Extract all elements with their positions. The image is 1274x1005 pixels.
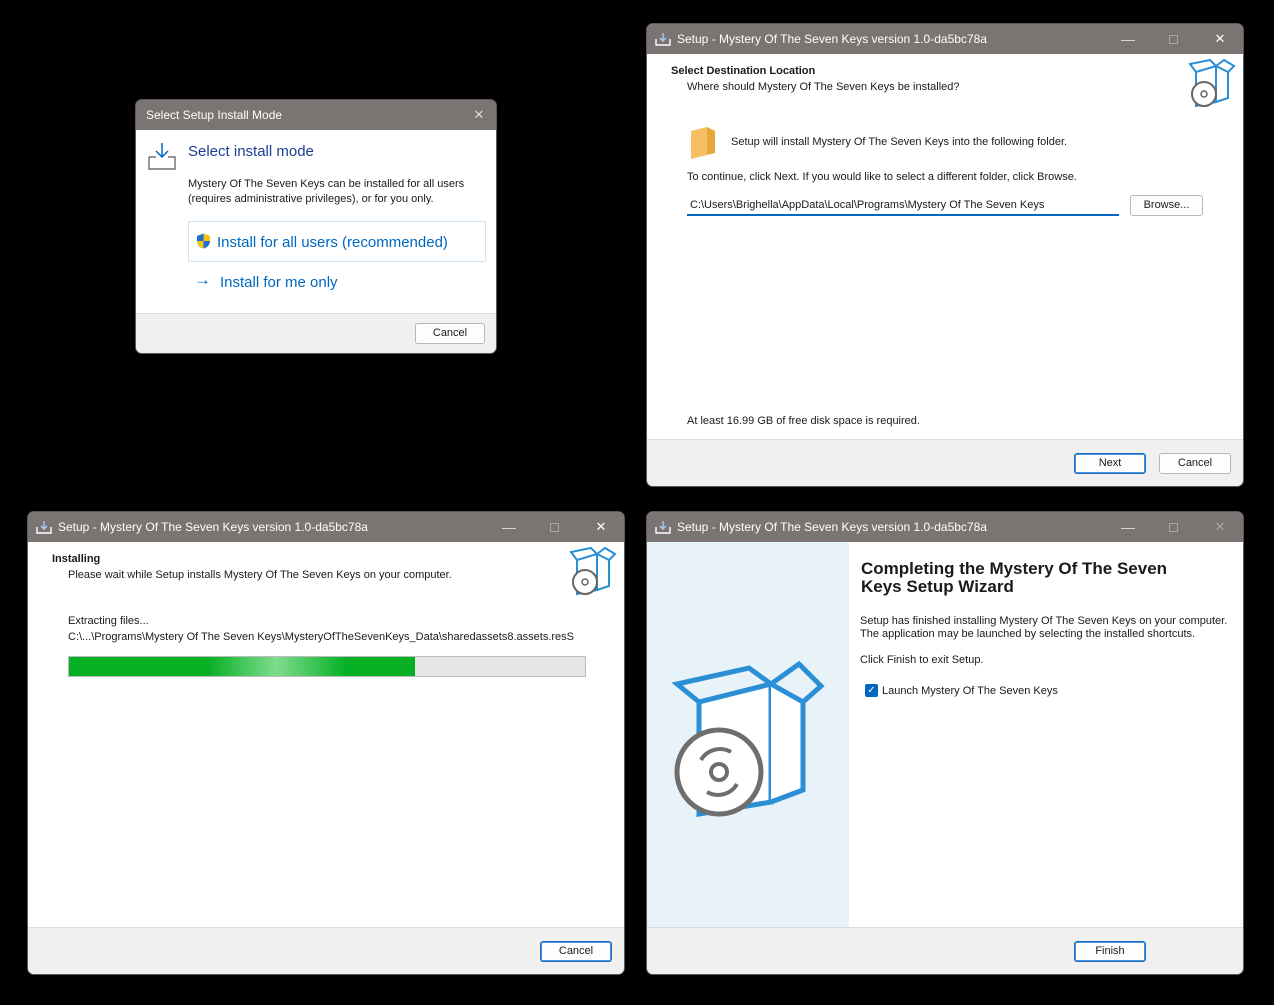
- install-mode-footer: Cancel: [136, 313, 496, 353]
- destination-window: Setup - Mystery Of The Seven Keys versio…: [646, 23, 1244, 487]
- install-all-users-label: Install for all users (recommended): [217, 234, 448, 251]
- uac-shield-icon: [197, 233, 210, 249]
- destination-continue-text: To continue, click Next. If you would li…: [687, 171, 1077, 183]
- install-mode-description-1: Mystery Of The Seven Keys can be install…: [188, 178, 465, 190]
- finish-window: Setup - Mystery Of The Seven Keys versio…: [646, 511, 1244, 975]
- install-progress-bar: [68, 656, 586, 677]
- destination-path-value: C:\Users\Brighella\AppData\Local\Program…: [690, 199, 1045, 211]
- install-mode-titlebar[interactable]: Select Setup Install Mode ✕: [136, 100, 496, 130]
- installing-header-title: Installing: [52, 553, 101, 565]
- destination-header-subtitle: Where should Mystery Of The Seven Keys b…: [687, 81, 960, 93]
- install-all-users-option[interactable]: Install for all users (recommended): [188, 221, 486, 262]
- finish-titlebar[interactable]: Setup - Mystery Of The Seven Keys versio…: [647, 512, 1243, 542]
- destination-title: Setup - Mystery Of The Seven Keys versio…: [677, 32, 987, 46]
- disk-space-text: At least 16.99 GB of free disk space is …: [687, 415, 920, 427]
- minimize-icon[interactable]: —: [494, 516, 524, 538]
- finish-heading-line1: Completing the Mystery Of The Seven: [861, 559, 1168, 578]
- destination-header-title: Select Destination Location: [671, 65, 816, 77]
- installing-header-subtitle: Please wait while Setup installs Mystery…: [68, 569, 452, 581]
- install-progress-fill: [69, 657, 415, 676]
- installing-title: Setup - Mystery Of The Seven Keys versio…: [58, 520, 368, 534]
- setup-box-large-icon: [671, 660, 825, 817]
- close-icon[interactable]: ✕: [586, 516, 616, 538]
- minimize-icon[interactable]: —: [1113, 28, 1143, 50]
- install-mode-dialog: Select Setup Install Mode ✕ Select insta…: [135, 99, 497, 354]
- next-button[interactable]: Next: [1074, 453, 1146, 474]
- folder-icon: [691, 127, 715, 159]
- cancel-button[interactable]: Cancel: [1159, 453, 1231, 474]
- close-icon[interactable]: ✕: [464, 104, 494, 126]
- finish-heading-line2: Keys Setup Wizard: [861, 577, 1014, 596]
- setup-app-icon: [655, 521, 671, 534]
- launch-checkbox[interactable]: ✓: [865, 684, 878, 697]
- installing-titlebar[interactable]: Setup - Mystery Of The Seven Keys versio…: [28, 512, 624, 542]
- finish-text-line1: Setup has finished installing Mystery Of…: [860, 615, 1228, 627]
- finish-footer: Finish: [647, 927, 1243, 974]
- installing-status-text: Extracting files...: [68, 615, 149, 627]
- maximize-icon: [1158, 28, 1188, 50]
- finish-title: Setup - Mystery Of The Seven Keys versio…: [677, 520, 987, 534]
- destination-info-text: Setup will install Mystery Of The Seven …: [731, 136, 1068, 148]
- launch-checkbox-label[interactable]: Launch Mystery Of The Seven Keys: [882, 685, 1058, 697]
- destination-path-input[interactable]: C:\Users\Brighella\AppData\Local\Program…: [687, 195, 1119, 216]
- installing-file-path: C:\...\Programs\Mystery Of The Seven Key…: [68, 631, 574, 643]
- maximize-icon: [1158, 516, 1188, 538]
- browse-button[interactable]: Browse...: [1130, 195, 1203, 216]
- click-finish-text: Click Finish to exit Setup.: [860, 654, 984, 666]
- wizard-side-panel: [647, 542, 849, 929]
- setup-app-icon: [655, 33, 671, 46]
- destination-titlebar[interactable]: Setup - Mystery Of The Seven Keys versio…: [647, 24, 1243, 54]
- install-me-only-label: Install for me only: [220, 274, 338, 291]
- checkmark-icon: ✓: [867, 685, 876, 696]
- install-me-only-option[interactable]: → Install for me only: [188, 263, 486, 301]
- install-mode-description-2: (requires administrative privileges), or…: [188, 193, 434, 205]
- close-icon: ✕: [1214, 519, 1226, 534]
- close-icon[interactable]: ✕: [1205, 28, 1235, 50]
- install-download-icon: [148, 143, 176, 170]
- setup-box-icon: [569, 546, 617, 596]
- install-mode-heading: Select install mode: [188, 143, 314, 160]
- finish-text-line2: The application may be launched by selec…: [860, 628, 1196, 640]
- maximize-icon: [539, 516, 569, 538]
- cancel-button[interactable]: Cancel: [540, 941, 612, 962]
- destination-footer: Next Cancel: [647, 439, 1243, 486]
- arrow-right-icon: →: [194, 270, 211, 289]
- installing-footer: Cancel: [28, 927, 624, 974]
- finish-button[interactable]: Finish: [1074, 941, 1146, 962]
- install-mode-title: Select Setup Install Mode: [146, 108, 283, 122]
- setup-app-icon: [36, 521, 52, 534]
- cancel-button[interactable]: Cancel: [415, 323, 485, 344]
- installing-window: Setup - Mystery Of The Seven Keys versio…: [27, 511, 625, 975]
- minimize-icon[interactable]: —: [1113, 516, 1143, 538]
- setup-box-icon: [1188, 58, 1236, 108]
